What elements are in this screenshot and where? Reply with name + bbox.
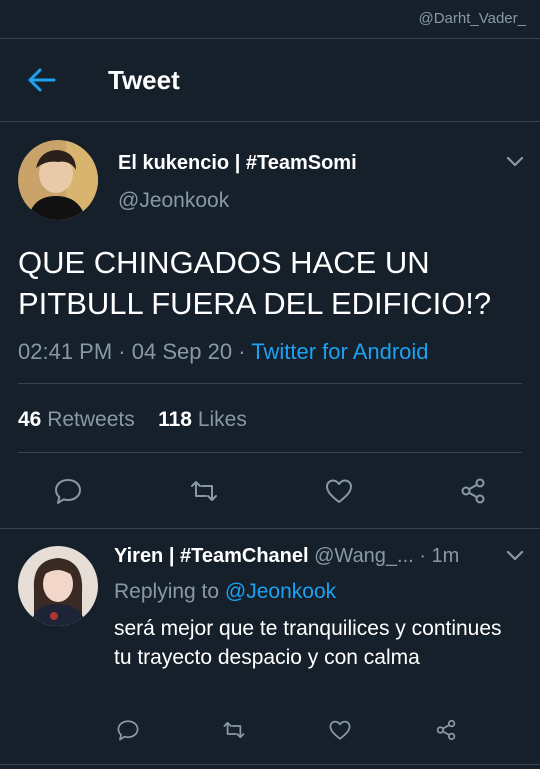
reply-author-handle[interactable]: @Wang_... (314, 545, 414, 567)
tweet-date: 04 Sep 20 (131, 339, 233, 364)
tweet-source-link[interactable]: Twitter for Android (251, 339, 428, 364)
retweets-stat[interactable]: 46 Retweets (18, 408, 135, 431)
retweet-icon[interactable] (189, 476, 219, 506)
author-handle[interactable]: @Jeonkook (118, 189, 229, 213)
page-title: Tweet (108, 65, 180, 95)
divider (18, 452, 522, 453)
reply-time-ago: 1m (431, 545, 460, 567)
share-icon[interactable] (458, 476, 488, 506)
reply-author-avatar[interactable] (18, 546, 98, 626)
tweet-time: 02:41 PM (18, 339, 113, 364)
meta-separator: · (118, 339, 126, 364)
retweets-label: Retweets (47, 408, 135, 431)
replying-to-link[interactable]: @Jeonkook (225, 580, 336, 603)
likes-stat[interactable]: 118 Likes (158, 408, 247, 431)
tweet-meta: 02:41 PM · 04 Sep 20 · Twitter for Andro… (18, 339, 429, 365)
share-icon[interactable] (434, 718, 458, 742)
retweet-icon[interactable] (222, 718, 246, 742)
reply-separator: · (419, 545, 426, 567)
back-arrow-icon[interactable] (26, 67, 56, 93)
chevron-down-icon[interactable] (505, 155, 525, 169)
watermark: @Darht_Vader_ (418, 10, 526, 27)
reply-header: Yiren | #TeamChanel @Wang_... · 1m (114, 545, 459, 568)
likes-label: Likes (197, 408, 247, 431)
divider (0, 764, 540, 765)
divider (18, 383, 522, 384)
reply-text: será mejor que te tranquilices y continu… (114, 617, 502, 669)
divider (0, 528, 540, 529)
reply-icon[interactable] (53, 476, 83, 506)
replying-to-line: Replying to @Jeonkook (114, 580, 336, 604)
author-avatar[interactable] (18, 140, 98, 220)
likes-count: 118 (158, 408, 192, 431)
author-name[interactable]: El kukencio | #TeamSomi (118, 152, 357, 175)
retweets-count: 46 (18, 408, 42, 431)
top-bar: Tweet (0, 38, 540, 122)
chevron-down-icon[interactable] (505, 549, 525, 563)
heart-icon[interactable] (324, 476, 354, 506)
reply-icon[interactable] (116, 718, 140, 742)
replying-prefix: Replying to (114, 580, 220, 603)
tweet-stats: 46 Retweets 118 Likes (18, 408, 247, 432)
tweet-text: QUE CHINGADOS HACE UN PITBULL FUERA DEL … (18, 245, 492, 321)
heart-icon[interactable] (328, 718, 352, 742)
reply-author-name[interactable]: Yiren | #TeamChanel (114, 545, 309, 567)
meta-separator: · (238, 339, 246, 364)
